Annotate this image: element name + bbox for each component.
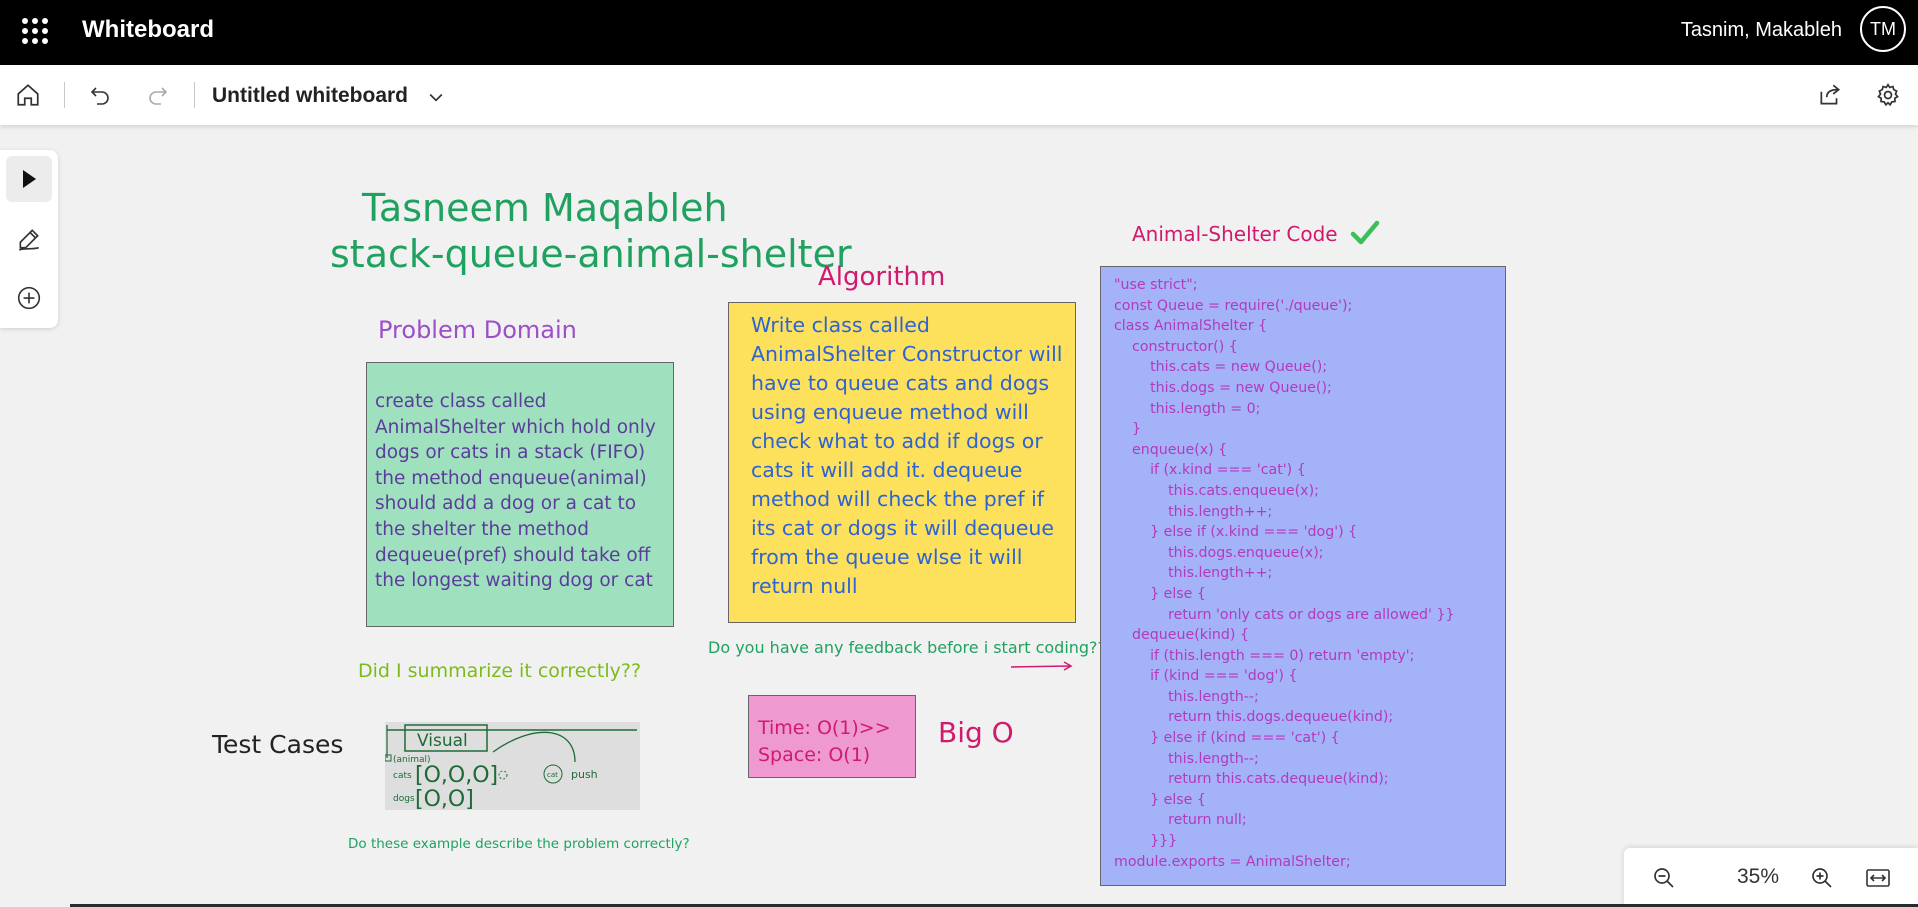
- code-line: this.length--;: [1114, 750, 1259, 767]
- example-question[interactable]: Do these example describe the problem co…: [348, 836, 690, 852]
- big-o-label[interactable]: Big O: [938, 716, 1014, 749]
- board-heading[interactable]: Tasneem Maqableh: [362, 186, 728, 230]
- select-pointer-icon[interactable]: [6, 156, 52, 202]
- code-line: } else if (x.kind === 'dog') {: [1114, 524, 1358, 541]
- code-line: if (this.length === 0) return 'empty';: [1114, 647, 1415, 664]
- code-line: }: [1114, 421, 1142, 438]
- code-line: enqueue(x) {: [1114, 441, 1228, 458]
- pen-icon[interactable]: [6, 216, 52, 262]
- problem-domain-note[interactable]: create class called AnimalShelter which …: [366, 362, 674, 627]
- code-line: } else if (kind === 'cat') {: [1114, 730, 1340, 747]
- code-line: this.length++;: [1114, 503, 1273, 520]
- code-line: this.length++;: [1114, 565, 1273, 582]
- arrow-right-icon[interactable]: [1010, 660, 1074, 672]
- code-line: if (kind === 'dog') {: [1114, 668, 1298, 685]
- summarize-question[interactable]: Did I summarize it correctly??: [358, 660, 641, 682]
- code-line: return 'only cats or dogs are allowed' }…: [1114, 606, 1455, 623]
- code-line: this.cats = new Queue();: [1114, 359, 1328, 376]
- code-block: "use strict"; const Queue = require('./qu…: [1114, 275, 1499, 872]
- code-heading[interactable]: Animal-Shelter Code: [1132, 222, 1338, 246]
- zoom-panel: 35%: [1624, 848, 1918, 907]
- toolbar-divider: [194, 82, 195, 108]
- code-line: this.dogs.enqueue(x);: [1114, 544, 1324, 561]
- code-line: this.length--;: [1114, 688, 1259, 705]
- code-line: return this.dogs.dequeue(kind);: [1114, 709, 1394, 726]
- user-name: Tasnim, Makableh: [1680, 19, 1842, 41]
- board-subheading[interactable]: stack-queue-animal-shelter: [330, 232, 852, 276]
- code-line: } else {: [1114, 585, 1206, 602]
- sketch-cats-queue: [O,O,O]: [415, 763, 498, 788]
- big-o-time: Time: O(1)>>: [758, 717, 891, 739]
- sketch-dogs-queue: [O,O]: [415, 787, 474, 810]
- avatar[interactable]: TM: [1860, 6, 1906, 52]
- feedback-question[interactable]: Do you have any feedback before i start …: [708, 638, 1106, 657]
- toolbar: Untitled whiteboard: [0, 65, 1918, 125]
- tool-rail: [0, 150, 58, 328]
- code-line: if (x.kind === 'cat') {: [1114, 462, 1306, 479]
- algorithm-note[interactable]: Write class called AnimalShelter Constru…: [728, 302, 1076, 623]
- zoom-out-icon[interactable]: [1648, 862, 1680, 894]
- code-line: return this.cats.dequeue(kind);: [1114, 771, 1389, 788]
- code-line: class AnimalShelter {: [1114, 318, 1268, 335]
- sketch-visual-label: Visual: [417, 731, 468, 751]
- zoom-in-icon[interactable]: [1806, 862, 1838, 894]
- code-line: "use strict";: [1114, 277, 1198, 293]
- add-icon[interactable]: [6, 275, 52, 321]
- home-icon[interactable]: [12, 79, 44, 111]
- share-icon[interactable]: [1814, 79, 1846, 111]
- redo-icon[interactable]: [142, 79, 174, 111]
- code-note[interactable]: "use strict"; const Queue = require('./qu…: [1100, 266, 1506, 886]
- fit-to-screen-icon[interactable]: [1862, 862, 1894, 894]
- undo-icon[interactable]: [84, 79, 116, 111]
- app-bar: Whiteboard Tasnim, Makableh TM: [0, 0, 1918, 65]
- problem-domain-heading[interactable]: Problem Domain: [378, 316, 577, 344]
- code-line: }}}: [1114, 833, 1178, 850]
- code-line: return null;: [1114, 812, 1247, 829]
- sketch-cats-label: cats: [393, 771, 412, 781]
- code-line: dequeue(kind) {: [1114, 627, 1249, 644]
- sketch-cat-label: cat: [547, 771, 558, 779]
- code-line: this.cats.enqueue(x);: [1114, 482, 1319, 499]
- big-o-space: Space: O(1): [758, 744, 871, 766]
- test-case-sketch[interactable]: Visual (animal) cats [O,O,O] cat push do…: [384, 722, 640, 812]
- code-line: } else {: [1114, 791, 1206, 808]
- app-launcher-icon[interactable]: [22, 18, 48, 44]
- chevron-down-icon[interactable]: [420, 81, 452, 113]
- zoom-level[interactable]: 35%: [1717, 865, 1799, 889]
- test-cases-label[interactable]: Test Cases: [212, 730, 343, 759]
- toolbar-divider: [64, 82, 65, 108]
- check-icon[interactable]: [1350, 220, 1380, 246]
- code-line: this.dogs = new Queue();: [1114, 379, 1332, 396]
- code-line: const Queue = require('./queue');: [1114, 297, 1353, 314]
- app-title: Whiteboard: [82, 16, 214, 43]
- code-line: module.exports = AnimalShelter;: [1114, 853, 1351, 870]
- sketch-dogs-label: dogs: [393, 794, 415, 804]
- board-title[interactable]: Untitled whiteboard: [212, 84, 408, 108]
- algorithm-heading[interactable]: Algorithm: [818, 262, 945, 292]
- sketch-push-label: push: [571, 768, 598, 781]
- code-line: constructor() {: [1114, 338, 1238, 355]
- big-o-note[interactable]: Time: O(1)>> Space: O(1): [748, 695, 916, 778]
- gear-icon[interactable]: [1872, 79, 1904, 111]
- code-line: this.length = 0;: [1114, 400, 1261, 417]
